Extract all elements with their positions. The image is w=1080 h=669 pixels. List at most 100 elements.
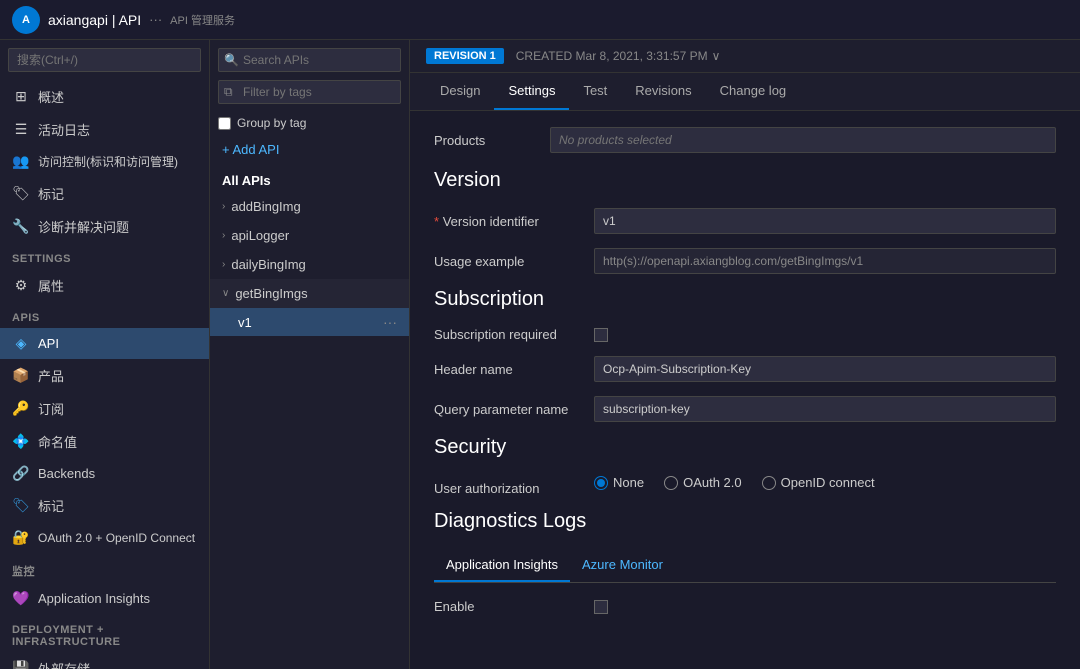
query-param-input[interactable]: [594, 396, 1056, 422]
api-icon: ◈: [12, 335, 30, 352]
chevron-down-icon[interactable]: ∨: [712, 49, 721, 63]
sidebar-item-tags2[interactable]: 🏷 标记: [0, 489, 209, 522]
properties-icon: ⚙: [12, 277, 30, 294]
chevron-right-icon: ›: [222, 259, 225, 270]
usage-example-label: Usage example: [434, 248, 594, 269]
sidebar-item-api[interactable]: ◈ API: [0, 328, 209, 359]
header-name-input[interactable]: [594, 356, 1056, 382]
usage-example-input: [594, 248, 1056, 274]
created-text: CREATED Mar 8, 2021, 3:31:57 PM ∨: [516, 49, 721, 63]
products-icon: 📦: [12, 367, 30, 384]
group-by-tag-checkbox[interactable]: [218, 117, 231, 130]
api-item-addBingImg[interactable]: › addBingImg: [210, 192, 409, 221]
sidebar-item-external-storage[interactable]: 💾 外部存储: [0, 652, 209, 669]
diag-tab-app-insights[interactable]: Application Insights: [434, 549, 570, 582]
sidebar-item-properties[interactable]: ⚙ 属性: [0, 269, 209, 302]
backends-icon: 🔗: [12, 465, 30, 482]
query-param-row: Query parameter name: [434, 396, 1056, 422]
sidebar-item-tags[interactable]: 🏷 标记: [0, 177, 209, 210]
filter-icon: ⧉: [224, 85, 233, 100]
content-body: Products Version * Version identifier Us…: [410, 111, 1080, 669]
add-api-button[interactable]: + Add API: [210, 134, 409, 165]
tab-test[interactable]: Test: [569, 73, 621, 110]
tags-icon: 🏷: [12, 185, 30, 202]
enable-row: Enable: [434, 599, 1056, 614]
subscription-required-label: Subscription required: [434, 327, 594, 342]
content-header: REVISION 1 CREATED Mar 8, 2021, 3:31:57 …: [410, 40, 1080, 73]
subscriptions-icon: 🔑: [12, 400, 30, 417]
auth-openid-option[interactable]: OpenID connect: [762, 475, 875, 490]
api-item-dailyBingImg[interactable]: › dailyBingImg: [210, 250, 409, 279]
chevron-down-icon: ∨: [222, 288, 229, 299]
sidebar-item-app-insights[interactable]: 💜 Application Insights: [0, 583, 209, 614]
three-dots-icon[interactable]: ···: [383, 314, 397, 330]
named-values-icon: 💠: [12, 433, 30, 450]
radio-openid-dot: [762, 476, 776, 490]
middle-search-area: 🔍: [210, 40, 409, 80]
user-auth-row: User authorization None OAuth 2.0 OpenID…: [434, 475, 1056, 496]
diagnostics-tabs: Application Insights Azure Monitor: [434, 549, 1056, 583]
app-title: axiangapi | API: [48, 12, 141, 28]
overview-icon: ⊞: [12, 88, 30, 105]
sidebar-item-backends[interactable]: 🔗 Backends: [0, 458, 209, 489]
version-identifier-input[interactable]: [594, 208, 1056, 234]
required-star: *: [434, 214, 439, 229]
group-by-tag-row: Group by tag: [210, 112, 409, 134]
sidebar-item-activity-log[interactable]: ☰ 活动日志: [0, 113, 209, 146]
products-input[interactable]: [550, 127, 1056, 153]
api-item-getBingImgs[interactable]: ∨ getBingImgs: [210, 279, 409, 308]
search-icon: 🔍: [224, 53, 239, 67]
subscription-required-row: Subscription required: [434, 327, 1056, 342]
radio-none-dot: [594, 476, 608, 490]
version-section-heading: Version: [434, 169, 1056, 192]
diagnose-icon: 🔧: [12, 218, 30, 235]
deploy-section-label: Deployment + infrastructure: [0, 614, 209, 652]
auth-none-option[interactable]: None: [594, 475, 644, 490]
diag-tab-azure-monitor[interactable]: Azure Monitor: [570, 549, 675, 582]
sidebar-item-subscriptions[interactable]: 🔑 订阅: [0, 392, 209, 425]
tab-revisions[interactable]: Revisions: [621, 73, 705, 110]
auth-radio-group: None OAuth 2.0 OpenID connect: [594, 475, 875, 490]
sidebar-search-input[interactable]: [8, 48, 201, 72]
version-identifier-row: * Version identifier: [434, 208, 1056, 234]
tags2-icon: 🏷: [12, 497, 30, 514]
topbar-more-button[interactable]: ···: [149, 12, 162, 27]
oauth-icon: 🔐: [12, 529, 30, 546]
subscription-required-checkbox[interactable]: [594, 328, 608, 342]
tab-design[interactable]: Design: [426, 73, 494, 110]
sidebar-item-oauth[interactable]: 🔐 OAuth 2.0 + OpenID Connect: [0, 522, 209, 553]
filter-by-tags-input[interactable]: [218, 80, 401, 104]
auth-oauth2-option[interactable]: OAuth 2.0: [664, 475, 742, 490]
monitor-section-label: 监控: [0, 553, 209, 583]
sidebar-search-area: [0, 40, 209, 80]
sidebar-item-access-control[interactable]: 👥 访问控制(标识和访问管理): [0, 146, 209, 177]
chevron-right-icon: ›: [222, 201, 225, 212]
revision-badge: REVISION 1: [426, 48, 504, 64]
tab-settings[interactable]: Settings: [494, 73, 569, 110]
query-param-label: Query parameter name: [434, 396, 594, 417]
sidebar-item-overview[interactable]: ⊞ 概述: [0, 80, 209, 113]
security-section-heading: Security: [434, 436, 1056, 459]
activity-log-icon: ☰: [12, 121, 30, 138]
middle-filter-area: ⧉: [210, 80, 409, 112]
content-area: REVISION 1 CREATED Mar 8, 2021, 3:31:57 …: [410, 40, 1080, 669]
header-name-row: Header name: [434, 356, 1056, 382]
sidebar: ⊞ 概述 ☰ 活动日志 👥 访问控制(标识和访问管理) 🏷 标记 🔧 诊断并解决…: [0, 40, 210, 669]
tabs-row: Design Settings Test Revisions Change lo…: [410, 73, 1080, 111]
app-insights-icon: 💜: [12, 590, 30, 607]
app-subtitle: API 管理服务: [170, 12, 235, 28]
tab-changelog[interactable]: Change log: [706, 73, 801, 110]
sidebar-item-products[interactable]: 📦 产品: [0, 359, 209, 392]
sidebar-item-named-values[interactable]: 💠 命名值: [0, 425, 209, 458]
api-search-input[interactable]: [218, 48, 401, 72]
subscription-section-heading: Subscription: [434, 288, 1056, 311]
sidebar-item-diagnose[interactable]: 🔧 诊断并解决问题: [0, 210, 209, 243]
api-sub-item-v1[interactable]: v1 ···: [210, 308, 409, 336]
version-identifier-label: * Version identifier: [434, 208, 594, 229]
usage-example-row: Usage example: [434, 248, 1056, 274]
enable-checkbox[interactable]: [594, 600, 608, 614]
api-item-apiLogger[interactable]: › apiLogger: [210, 221, 409, 250]
topbar: A axiangapi | API ··· API 管理服务: [0, 0, 1080, 40]
products-label: Products: [434, 133, 534, 148]
access-control-icon: 👥: [12, 153, 30, 170]
